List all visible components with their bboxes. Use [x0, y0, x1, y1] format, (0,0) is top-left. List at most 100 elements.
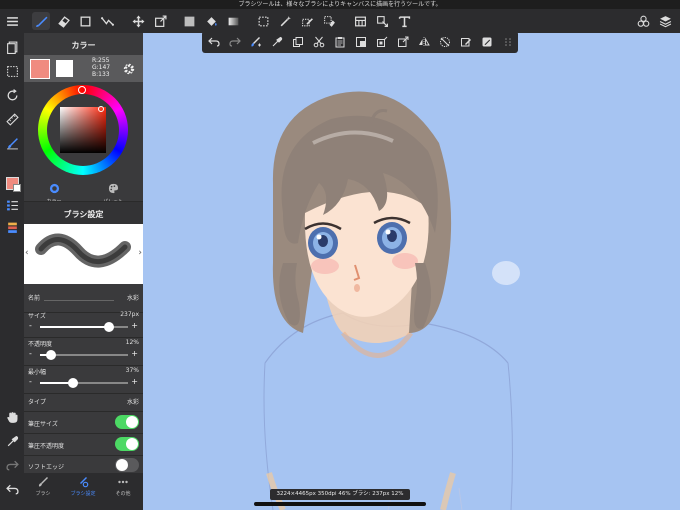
min-width-plus[interactable]: +	[131, 377, 138, 386]
magic-wand-icon[interactable]	[276, 12, 294, 30]
saturation-value-square[interactable]	[60, 107, 106, 153]
paint-blob	[492, 261, 520, 285]
gear-icon[interactable]	[122, 61, 136, 75]
rgb-r-value: R:255	[92, 57, 110, 64]
panel-bottom-tabs: ブラシ ブラシ設定 その他	[24, 473, 143, 510]
move-icon[interactable]	[129, 12, 147, 30]
rotate-icon[interactable]	[3, 86, 21, 104]
menu-icon[interactable]	[3, 12, 21, 30]
tab-brush[interactable]: ブラシ	[25, 476, 61, 497]
opacity-value: 12%	[125, 339, 139, 346]
opacity-slider-knob[interactable]	[45, 350, 56, 360]
color-wheel[interactable]	[38, 85, 128, 175]
tab-more-label: その他	[115, 491, 131, 497]
size-slider-fill	[40, 326, 109, 328]
chevron-right-icon[interactable]: ›	[138, 248, 142, 258]
palette-icon	[108, 183, 118, 194]
name-value: 水彩	[126, 295, 139, 302]
rgb-b-value: B:133	[92, 71, 110, 78]
redo-side-icon[interactable]	[3, 456, 21, 474]
select-eraser-icon[interactable]	[320, 12, 338, 30]
snap-pen-icon[interactable]	[3, 134, 21, 152]
tab-more[interactable]: その他	[105, 476, 141, 497]
brush-panel-title: ブラシ設定	[63, 210, 104, 219]
ruler-select-icon[interactable]	[373, 12, 391, 30]
eraser-icon[interactable]	[54, 12, 72, 30]
brush-list-icon[interactable]	[3, 196, 21, 214]
size-plus[interactable]: +	[131, 321, 138, 330]
opacity-row: 不透明度 12% - +	[24, 337, 143, 366]
more-icon	[118, 480, 128, 484]
help-message: ブラシツールは、様々なブラシによりキャンバスに描画を行うツールです。	[0, 0, 680, 9]
min-width-slider[interactable]	[40, 378, 128, 388]
color-swatches: R:255 G:147 B:133	[24, 55, 143, 82]
opacity-label: 不透明度	[28, 341, 53, 348]
chevron-left-icon[interactable]: ‹	[25, 248, 29, 258]
name-label: 名前	[28, 295, 41, 302]
size-label: サイズ	[28, 313, 46, 320]
size-slider[interactable]	[40, 322, 128, 332]
select-pen-icon[interactable]	[298, 12, 316, 30]
marquee-icon[interactable]	[254, 12, 272, 30]
canvas-artwork[interactable]	[143, 33, 680, 510]
size-slider-knob[interactable]	[103, 322, 114, 332]
hand-icon[interactable]	[3, 408, 21, 426]
tab-brush-settings-label: ブラシ設定	[70, 491, 96, 497]
pressure-opacity-row: 筆圧不透明度	[24, 433, 143, 456]
rgb-g-value: G:147	[92, 64, 111, 71]
undo-side-icon[interactable]	[3, 480, 21, 498]
pressure-opacity-label: 筆圧不透明度	[28, 443, 65, 450]
rectangle-icon[interactable]	[76, 12, 94, 30]
pages-icon[interactable]	[3, 38, 21, 56]
transform-selection-icon[interactable]	[151, 12, 169, 30]
main-toolbar	[0, 9, 680, 33]
shoulder-sketch	[263, 312, 513, 510]
type-row[interactable]: タイプ 水彩	[24, 389, 143, 412]
type-value: 水彩	[126, 399, 139, 406]
primary-color-swatch[interactable]	[30, 59, 50, 79]
color-marker[interactable]	[98, 106, 104, 112]
min-width-value: 37%	[125, 367, 139, 374]
home-indicator[interactable]	[254, 502, 426, 506]
color-tabs: カラー パレット	[24, 179, 143, 205]
app-window: ブラシツールは、様々なブラシによりキャンバスに描画を行うツールです。 カラー R…	[0, 0, 680, 510]
ruler-icon[interactable]	[3, 110, 21, 128]
min-width-slider-knob[interactable]	[67, 378, 78, 388]
type-label: タイプ	[28, 399, 47, 406]
fill-color-icon[interactable]	[180, 12, 198, 30]
side-panel: カラー R:255 G:147 B:133 カラー パレット	[24, 33, 143, 510]
pressure-opacity-toggle[interactable]	[115, 437, 139, 451]
secondary-color-swatch[interactable]	[56, 60, 73, 77]
min-width-minus[interactable]: -	[29, 377, 32, 386]
selection-list-icon[interactable]	[3, 62, 21, 80]
text-icon[interactable]	[395, 12, 413, 30]
pressure-size-row: 筆圧サイズ	[24, 411, 143, 434]
hue-marker[interactable]	[78, 86, 86, 94]
tab-brush-label: ブラシ	[35, 491, 51, 497]
size-minus[interactable]: -	[29, 321, 32, 330]
min-width-label: 最小幅	[28, 369, 47, 376]
soft-edge-label: ソフトエッジ	[28, 464, 65, 471]
opacity-slider[interactable]	[40, 350, 128, 360]
opacity-plus[interactable]: +	[131, 349, 138, 358]
filter-icon[interactable]	[351, 12, 369, 30]
color-circle-icon	[49, 183, 59, 194]
soft-edge-row: ソフトエッジ	[24, 455, 143, 475]
material-icon[interactable]	[634, 12, 652, 30]
bucket-icon[interactable]	[202, 12, 220, 30]
brush-tool-icon[interactable]	[32, 12, 50, 30]
layer-stack-icon[interactable]	[3, 218, 21, 236]
pressure-size-toggle[interactable]	[115, 415, 139, 429]
opacity-minus[interactable]: -	[29, 349, 32, 358]
current-color-swatch[interactable]	[3, 174, 21, 192]
soft-edge-toggle[interactable]	[115, 458, 139, 472]
tab-brush-settings[interactable]: ブラシ設定	[65, 476, 101, 497]
pressure-size-label: 筆圧サイズ	[28, 421, 58, 428]
brush-preview: ‹ ›	[24, 224, 143, 284]
gradient-icon[interactable]	[224, 12, 242, 30]
layers-icon[interactable]	[656, 12, 674, 30]
transform-icon[interactable]	[98, 12, 116, 30]
size-value: 237px	[120, 311, 139, 318]
brush-icon	[38, 477, 48, 487]
eyedropper-side-icon[interactable]	[3, 432, 21, 450]
